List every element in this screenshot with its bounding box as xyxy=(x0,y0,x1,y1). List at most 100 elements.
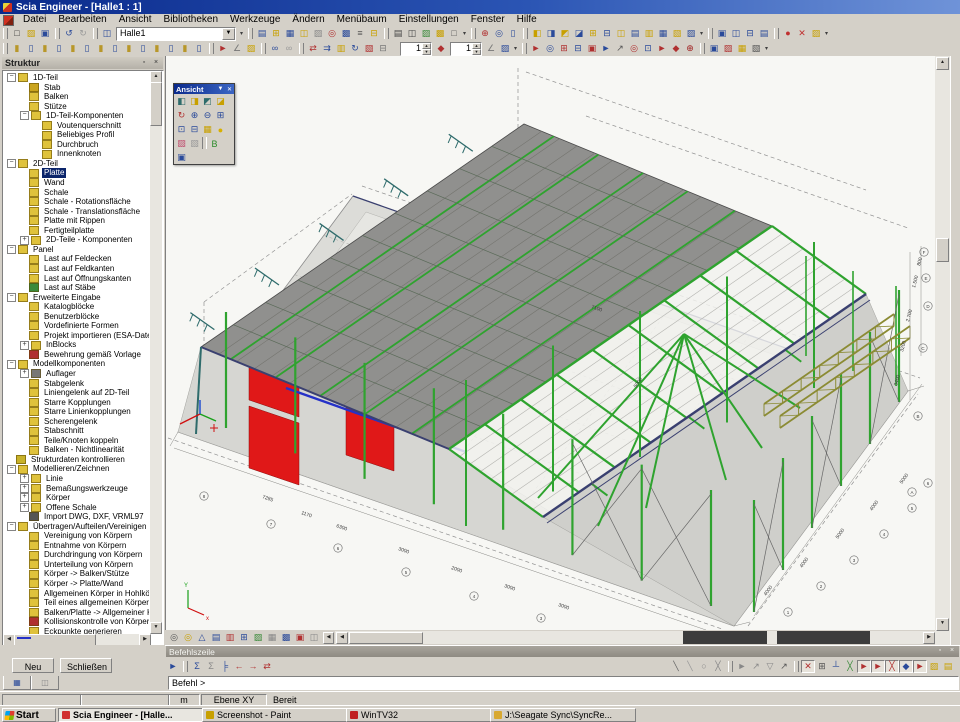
tree-item-linie[interactable]: +Linie xyxy=(4,474,149,484)
tile-horizontal-button[interactable]: ◫ xyxy=(729,27,743,40)
grid-step-x[interactable]: 1▲▼ xyxy=(400,42,432,56)
paperspace-button[interactable]: ▩ xyxy=(433,27,447,40)
tree-item-stab[interactable]: Stab xyxy=(4,83,149,93)
unlink-entities-button[interactable]: ∞ xyxy=(282,42,296,55)
view-window-7-button[interactable]: ▤ xyxy=(628,27,642,40)
tree-item-schale-translationsfl-che[interactable]: Schale - Translationsfläche xyxy=(4,207,149,217)
menu-einstellungen[interactable]: Einstellungen xyxy=(393,14,465,25)
snap-node-button[interactable]: ► xyxy=(871,660,885,673)
arrange-windows-button[interactable]: ▤ xyxy=(757,27,771,40)
view-side-button[interactable]: ◩ xyxy=(558,27,572,40)
zoom-doc-button[interactable]: ◎ xyxy=(492,27,506,40)
toolbar-grip[interactable] xyxy=(471,28,476,39)
collapse-icon[interactable]: − xyxy=(7,73,16,82)
tree-item-vordefinierte-formen[interactable]: Vordefinierte Formen xyxy=(4,321,149,331)
schliessen-button[interactable]: Schließen xyxy=(60,658,112,673)
close-icon[interactable]: × xyxy=(947,647,957,656)
menu-bibliotheken[interactable]: Bibliotheken xyxy=(158,14,224,25)
tree-item-voutenquerschnitt[interactable]: Voutenquerschnitt xyxy=(4,121,149,131)
snap-off-button[interactable]: ╳ xyxy=(711,660,725,673)
tree-item-unterteilung-von-k-rpern[interactable]: Unterteilung von Körpern xyxy=(4,560,149,570)
neu-button[interactable]: Neu xyxy=(12,658,54,673)
tree-item-balken-nichtlinearit-t[interactable]: Balken - Nichtlinearität xyxy=(4,445,149,455)
view-params-button[interactable]: ▩ xyxy=(279,631,293,644)
active-model-select[interactable]: Halle1▼ xyxy=(116,27,236,41)
select-pointer-button[interactable]: ► xyxy=(216,42,230,55)
toolbar-overflow-icon[interactable]: ▾ xyxy=(238,30,245,37)
view-axo-2-button[interactable]: ◨ xyxy=(188,95,201,108)
tree-item-import-dwg-dxf-vrml97[interactable]: Import DWG, DXF, VRML97 xyxy=(4,512,149,522)
tree-item-beliebiges-profil[interactable]: Beliebiges Profil xyxy=(4,130,149,140)
menu-werkzeuge[interactable]: Werkzeuge xyxy=(224,14,286,25)
tree-item-last-auf-ffnungskanten[interactable]: Last auf Öffnungskanten xyxy=(4,273,149,283)
toolbar-grip[interactable] xyxy=(774,28,779,39)
tree-item-k-rper-platte-wand[interactable]: Körper -> Platte/Wand xyxy=(4,579,149,589)
toolbar-grip[interactable] xyxy=(209,43,214,54)
results-button[interactable]: ▦ xyxy=(283,27,297,40)
tree-item-balken-platte-allgemeiner-k-[interactable]: Balken/Platte -> Allgemeiner Körper xyxy=(4,608,149,618)
tree-item-entnahme-von-k-rpern[interactable]: Entnahme von Körpern xyxy=(4,541,149,551)
clip-box-button[interactable]: ▦ xyxy=(201,123,214,136)
model-3d-canvas[interactable]: 7285117063003000200030003000400040005000… xyxy=(166,56,936,630)
toolbar-grip[interactable] xyxy=(384,28,389,39)
calculation-button[interactable]: ⊞ xyxy=(269,27,283,40)
layer-menu-button[interactable]: ▨ xyxy=(498,42,512,55)
view-window-9-button[interactable]: ▦ xyxy=(656,27,670,40)
toolbar-overflow-icon[interactable]: ▾ xyxy=(823,30,830,37)
snap-edge-button[interactable]: ► xyxy=(913,660,927,673)
clean-button[interactable]: ⊕ xyxy=(478,27,492,40)
zoom-fit-button[interactable]: ▨ xyxy=(251,631,265,644)
tree-item-teile-knoten-koppeln[interactable]: Teile/Knoten koppeln xyxy=(4,436,149,446)
expand-icon[interactable]: + xyxy=(20,236,29,245)
document-button[interactable]: ◫ xyxy=(297,27,311,40)
redraw-eye-button[interactable]: ● xyxy=(781,27,795,40)
tree-item-bewehrung-gem-vorlage[interactable]: Bewehrung gemäß Vorlage xyxy=(4,350,149,360)
link-entities-button[interactable]: ∞ xyxy=(268,42,282,55)
zoom-in-button[interactable]: ⊕ xyxy=(188,109,201,122)
snap-tool-6-button[interactable]: ► xyxy=(599,42,613,55)
expand-icon[interactable]: + xyxy=(20,369,29,378)
measure-angle-button[interactable]: ∠ xyxy=(230,42,244,55)
tree-item-last-auf-st-be[interactable]: Last auf Stäbe xyxy=(4,283,149,293)
tree-item-stabgelenk[interactable]: Stabgelenk xyxy=(4,379,149,389)
view-vscrollbar[interactable]: ▲ ▼ xyxy=(935,56,950,645)
snap-perp-button[interactable]: ┴ xyxy=(829,660,843,673)
collapse-icon[interactable]: − xyxy=(7,245,16,254)
view-front-button[interactable]: ◨ xyxy=(544,27,558,40)
collapse-icon[interactable]: − xyxy=(20,111,29,120)
profile-tool-11-button[interactable]: ▮ xyxy=(150,42,164,55)
toolbar-overflow-icon[interactable]: ▾ xyxy=(698,30,705,37)
tree-item-platte-mit-rippen[interactable]: Platte mit Rippen xyxy=(4,216,149,226)
mirror-tool-button[interactable]: ▥ xyxy=(334,42,348,55)
snap-cross-button[interactable]: ╳ xyxy=(885,660,899,673)
tree-item-benutzerbl-cke[interactable]: Benutzerblöcke xyxy=(4,312,149,322)
view-window-6-button[interactable]: ◫ xyxy=(614,27,628,40)
view-window-4-button[interactable]: ⊞ xyxy=(586,27,600,40)
tile-vertical-button[interactable]: ⊟ xyxy=(743,27,757,40)
spin-down-icon[interactable]: ▼ xyxy=(422,49,431,55)
menu-bearbeiten[interactable]: Bearbeiten xyxy=(52,14,112,25)
scroll-up-icon[interactable]: ▲ xyxy=(936,57,949,70)
snap-tool-11-button[interactable]: ◆ xyxy=(669,42,683,55)
tree-item-liniengelenk-auf-2d-teil[interactable]: Liniengelenk auf 2D-Teil xyxy=(4,388,149,398)
tree-item-platte[interactable]: Platte xyxy=(4,168,149,178)
tree-item-panel[interactable]: −Panel xyxy=(4,245,149,255)
view-z-button[interactable]: ⊞ xyxy=(237,631,251,644)
sum-selection-button[interactable]: Σ xyxy=(190,660,204,673)
toolbar-grip[interactable] xyxy=(523,28,528,39)
toolbar-overflow-icon[interactable]: ▾ xyxy=(512,45,519,52)
snap-tool-1-button[interactable]: ► xyxy=(529,42,543,55)
previous-command-button[interactable]: ← xyxy=(232,660,246,673)
collapse-icon[interactable]: − xyxy=(7,360,16,369)
track-3-button[interactable]: ▽ xyxy=(763,660,777,673)
render-mode-button[interactable]: ◎ xyxy=(181,631,195,644)
zoom-window-button[interactable]: ⊞ xyxy=(214,109,227,122)
profile-tool-1-button[interactable]: ▮ xyxy=(10,42,24,55)
print-button[interactable]: ▤ xyxy=(391,27,405,40)
profile-tool-8-button[interactable]: ▯ xyxy=(108,42,122,55)
tree-item-k-rper[interactable]: +Körper xyxy=(4,493,149,503)
view-y-button[interactable]: ▥ xyxy=(223,631,237,644)
delete-item-button[interactable]: ✕ xyxy=(795,27,809,40)
tree-item-vereinigung-von-k-rpern[interactable]: Vereinigung von Körpern xyxy=(4,531,149,541)
scroll-down-icon[interactable]: ▼ xyxy=(936,618,949,631)
